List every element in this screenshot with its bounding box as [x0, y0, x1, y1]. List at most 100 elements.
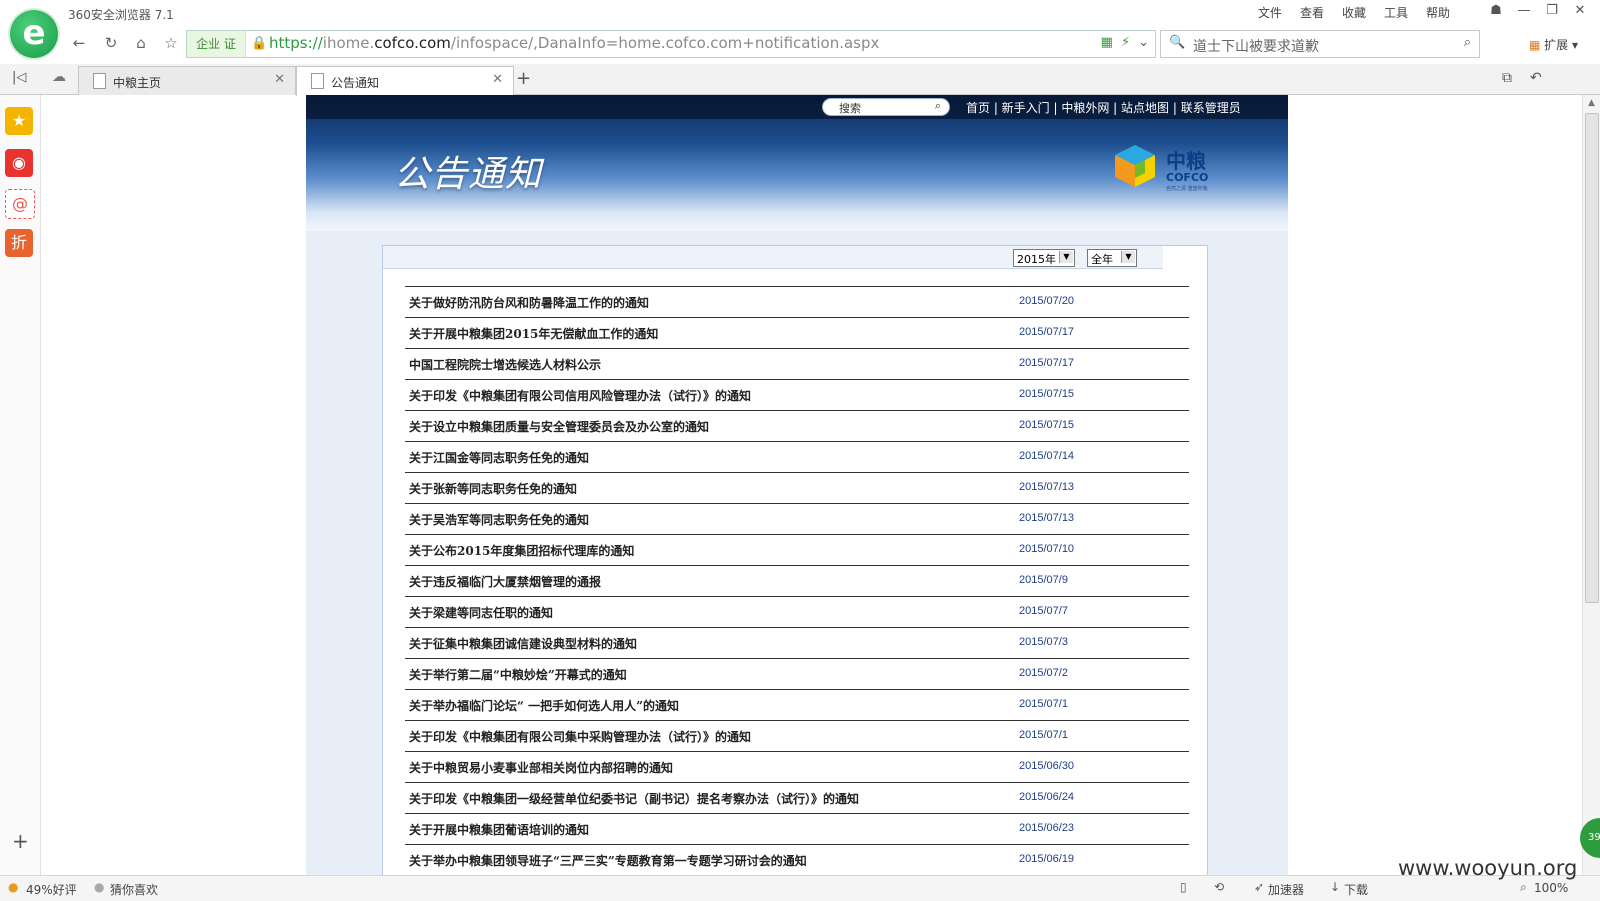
dot-icon: ●	[94, 880, 105, 894]
browser-logo-icon[interactable]: e	[10, 10, 58, 58]
rating-text[interactable]: 49%好评	[26, 881, 77, 898]
lightning-icon[interactable]: ⚡	[1121, 35, 1130, 50]
qrcode-icon[interactable]: ▦	[1101, 35, 1113, 50]
url-scheme: https://	[269, 34, 323, 52]
notice-title-link[interactable]: 关于做好防汛防台风和防暑降温工作的的通知	[409, 294, 649, 311]
weibo-icon[interactable]: ◉	[5, 149, 33, 177]
notice-date: 2015/07/15	[1019, 388, 1075, 400]
address-bar[interactable]: 企业 证 🔒 https://ihome.cofco.com/infospace…	[186, 30, 1156, 58]
notice-title-link[interactable]: 中国工程院院士增选候选人材料公示	[409, 356, 601, 373]
close-window-button[interactable]: ✕	[1566, 0, 1594, 22]
scroll-thumb[interactable]	[1585, 113, 1599, 603]
notice-title-link[interactable]: 关于张新等同志职务任免的通知	[409, 480, 577, 497]
notice-date: 2015/06/24	[1019, 791, 1075, 803]
guess-you-like[interactable]: 猜你喜欢	[110, 881, 158, 898]
menu-tools[interactable]: 工具	[1384, 4, 1408, 21]
notice-title-link[interactable]: 关于举办中粮集团领导班子“三严三实”专题教育第一专题学习研讨会的通知	[409, 852, 807, 869]
zoom-level[interactable]: 100%	[1534, 881, 1568, 895]
mobile-icon[interactable]: ▯	[1180, 880, 1187, 894]
notice-row: 关于设立中粮集团质量与安全管理委员会及办公室的通知 2015/07/15	[405, 410, 1189, 441]
notice-date: 2015/07/17	[1019, 326, 1075, 338]
page-title: 公告通知	[394, 154, 543, 195]
notice-date: 2015/06/23	[1019, 822, 1075, 834]
cloud-icon[interactable]: ☁	[52, 69, 66, 85]
status-bar: ● 49%好评 ● 猜你喜欢 ▯ ⟲ ➶ 加速器 ↓ 下载 ⌕ 100%	[0, 875, 1600, 901]
site-search-input[interactable]: 搜索 ⌕	[822, 98, 950, 116]
tab-home[interactable]: 中粮主页 ✕	[78, 66, 296, 95]
back-icon[interactable]: ←	[66, 30, 92, 56]
close-icon[interactable]: ✕	[492, 72, 503, 87]
notice-row: 关于江国金等同志职务任免的通知 2015/07/14	[405, 441, 1189, 472]
sidebar-toggle-icon[interactable]: |◁	[12, 70, 26, 85]
extensions-button[interactable]: ▦ 扩展 ▾	[1529, 36, 1578, 53]
year-select[interactable]: 2015年 ▼	[1013, 249, 1075, 267]
notice-title-link[interactable]: 关于中粮贸易小麦事业部相关岗位内部招聘的通知	[409, 759, 673, 776]
notice-row: 关于举办福临门论坛“ 一把手如何选人用人”的通知 2015/07/1	[405, 689, 1189, 720]
notice-row: 中国工程院院士增选候选人材料公示 2015/07/17	[405, 348, 1189, 379]
period-select[interactable]: 全年 ▼	[1087, 249, 1137, 267]
notice-title-link[interactable]: 关于开展中粮集团2015年无偿献血工作的通知	[409, 325, 658, 342]
notice-date: 2015/06/19	[1019, 853, 1075, 865]
notice-title-link[interactable]: 关于设立中粮集团质量与安全管理委员会及办公室的通知	[409, 418, 709, 435]
mail-icon[interactable]: @	[5, 189, 35, 219]
menu-favorites[interactable]: 收藏	[1342, 4, 1366, 21]
star-icon[interactable]: ☆	[158, 30, 184, 56]
notice-title-link[interactable]: 关于违反福临门大厦禁烟管理的通报	[409, 573, 601, 590]
sidebar-add-button[interactable]: +	[12, 829, 29, 853]
notice-title-link[interactable]: 关于江国金等同志职务任免的通知	[409, 449, 589, 466]
menu-file[interactable]: 文件	[1258, 4, 1282, 21]
notice-row: 关于印发《中粮集团有限公司集中采购管理办法（试行）》的通知 2015/07/1	[405, 720, 1189, 751]
menu-view[interactable]: 查看	[1300, 4, 1324, 21]
rating-icon: ●	[8, 880, 19, 894]
refresh-icon[interactable]: ↻	[98, 30, 124, 56]
notice-title-link[interactable]: 关于印发《中粮集团有限公司集中采购管理办法（试行）》的通知	[409, 728, 751, 745]
notice-date: 2015/07/3	[1019, 636, 1068, 648]
search-icon[interactable]: ⌕	[1464, 35, 1471, 50]
notice-title-link[interactable]: 关于征集中粮集团诚信建设典型材料的通知	[409, 635, 637, 652]
rocket-icon: ➶	[1254, 880, 1265, 894]
search-input[interactable]: 道士下山被要求道歉	[1193, 36, 1319, 56]
new-tab-button[interactable]: +	[516, 68, 531, 89]
search-icon[interactable]: ⌕	[935, 99, 941, 113]
download-button[interactable]: 下载	[1344, 881, 1368, 898]
zoom-icon: ⌕	[1520, 880, 1527, 894]
search-box[interactable]: 🔍 道士下山被要求道歉 ⌕	[1160, 30, 1480, 58]
notice-title-link[interactable]: 关于开展中粮集团葡语培训的通知	[409, 821, 589, 838]
top-menu: 文件 查看 收藏 工具 帮助	[1258, 4, 1450, 21]
notice-title-link[interactable]: 关于吴浩军等同志职务任免的通知	[409, 511, 589, 528]
vertical-scrollbar[interactable]: ▲	[1582, 95, 1600, 875]
notice-row: 关于中粮贸易小麦事业部相关岗位内部招聘的通知 2015/06/30	[405, 751, 1189, 782]
notice-date: 2015/07/7	[1019, 605, 1068, 617]
skin-icon[interactable]: ☗	[1482, 0, 1510, 22]
notice-date: 2015/07/9	[1019, 574, 1068, 586]
favorites-star-icon[interactable]: ★	[5, 107, 33, 135]
toolbar: ← ↻ ⌂ ☆ 企业 证 🔒 https://ihome.cofco.com/i…	[66, 30, 1600, 60]
notice-title-link[interactable]: 关于公布2015年度集团招标代理库的通知	[409, 542, 634, 559]
menu-help[interactable]: 帮助	[1426, 4, 1450, 21]
chevron-down-icon[interactable]: ⌄	[1138, 35, 1149, 50]
maximize-button[interactable]: ❐	[1538, 0, 1566, 22]
notice-title-link[interactable]: 关于举办福临门论坛“ 一把手如何选人用人”的通知	[409, 697, 679, 714]
notice-date: 2015/07/14	[1019, 450, 1075, 462]
site-nav-links[interactable]: 首页 | 新手入门 | 中粮外网 | 站点地图 | 联系管理员	[966, 99, 1241, 116]
discount-icon[interactable]: 折	[5, 229, 33, 257]
url-text[interactable]: https://ihome.cofco.com/infospace/,DanaI…	[269, 34, 879, 52]
enterprise-badge[interactable]: 企业 证	[187, 31, 246, 57]
brand-name-cn: 中粮	[1166, 149, 1206, 173]
minimize-button[interactable]: —	[1510, 0, 1538, 22]
tab-notices[interactable]: 公告通知 ✕	[296, 66, 514, 96]
notice-date: 2015/07/10	[1019, 543, 1075, 555]
notice-title-link[interactable]: 关于梁建等同志任职的通知	[409, 604, 553, 621]
notice-title-link[interactable]: 关于印发《中粮集团一级经营单位纪委书记（副书记）提名考察办法（试行）》的通知	[409, 790, 859, 807]
tools-icon[interactable]: ⟲	[1214, 880, 1224, 894]
restore-tabs-icon[interactable]: ⧉	[1502, 70, 1512, 86]
search-engine-icon[interactable]: 🔍	[1169, 35, 1185, 50]
notice-title-link[interactable]: 关于举行第二届“中粮妙烩”开幕式的通知	[409, 666, 627, 683]
year-select-value: 2015年	[1017, 253, 1056, 266]
accelerator-button[interactable]: 加速器	[1268, 881, 1304, 898]
home-icon[interactable]: ⌂	[128, 30, 154, 56]
notice-title-link[interactable]: 关于印发《中粮集团有限公司信用风险管理办法（试行）》的通知	[409, 387, 751, 404]
close-icon[interactable]: ✕	[274, 72, 285, 87]
undo-icon[interactable]: ↶	[1530, 70, 1542, 86]
scroll-up-icon[interactable]: ▲	[1583, 95, 1600, 111]
